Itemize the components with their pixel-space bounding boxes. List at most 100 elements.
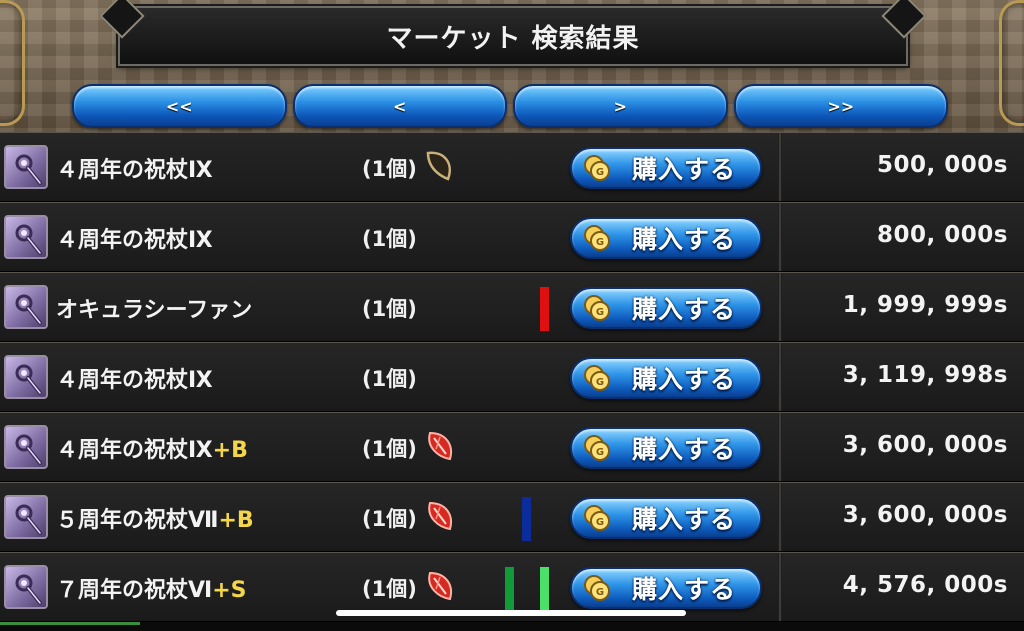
price-column-divider [778, 273, 782, 341]
staff-glyph-icon [15, 294, 42, 325]
pagination-bar: << < > >> [72, 84, 948, 128]
coin-icon: G [584, 295, 610, 321]
buy-button[interactable]: G 購入する [570, 287, 762, 329]
staff-glyph-icon [15, 154, 42, 185]
coin-icon: G [584, 225, 610, 251]
item-name: ５周年の祝杖Ⅶ+B [56, 502, 254, 534]
coin-icon: G [584, 365, 610, 391]
item-name: ４周年の祝杖Ⅸ [56, 152, 213, 184]
page-title: マーケット 検索結果 [386, 23, 640, 54]
staff-glyph-icon [15, 364, 42, 395]
item-quantity: (1個) [362, 157, 417, 181]
item-enhance-suffix: +B [218, 508, 254, 533]
staff-icon[interactable] [4, 495, 48, 539]
buy-button-label: 購入する [632, 505, 737, 534]
price-column-divider [778, 413, 782, 481]
buy-button-label: 購入する [632, 225, 737, 254]
coin-icon: G [584, 505, 610, 531]
item-quantity: (1個) [362, 367, 417, 391]
item-price: 3, 119, 998s [842, 362, 1008, 388]
item-quantity: (1個) [362, 297, 417, 321]
svg-text:G: G [596, 167, 604, 178]
right-frame-ornament [999, 0, 1024, 126]
svg-text:G: G [596, 517, 604, 528]
svg-text:G: G [596, 447, 604, 458]
item-name-text: ４周年の祝杖Ⅸ [56, 228, 213, 253]
buy-button[interactable]: G 購入する [570, 217, 762, 259]
listing-row[interactable]: ４周年の祝杖Ⅸ (1個) G 購入する 800, 000s [0, 202, 1024, 272]
listing-row[interactable]: ４周年の祝杖Ⅸ (1個) G 購入する 500, 000s [0, 132, 1024, 202]
color-marker-red [540, 287, 549, 331]
listing-list: ４周年の祝杖Ⅸ (1個) G 購入する 500, 000s ４周年の祝杖Ⅸ (1個) G 購入す… [0, 132, 1024, 631]
item-enhance-suffix: +B [212, 438, 248, 463]
buy-button[interactable]: G 購入する [570, 427, 762, 469]
bottom-accent-line [0, 622, 140, 625]
item-quantity: (1個) [362, 437, 417, 461]
staff-glyph-icon [15, 504, 42, 535]
item-price: 3, 600, 000s [842, 432, 1008, 458]
item-price: 3, 600, 000s [842, 502, 1008, 528]
prev-page-button[interactable]: < [292, 84, 507, 128]
left-frame-ornament [0, 0, 25, 126]
last-page-button[interactable]: >> [733, 84, 948, 128]
staff-icon[interactable] [4, 285, 48, 329]
item-price: 500, 000s [877, 152, 1008, 178]
staff-icon[interactable] [4, 425, 48, 469]
buy-button[interactable]: G 購入する [570, 497, 762, 539]
price-column-divider [778, 203, 782, 271]
staff-glyph-icon [15, 224, 42, 255]
svg-text:G: G [596, 307, 604, 318]
buy-button[interactable]: G 購入する [570, 357, 762, 399]
listing-row[interactable]: オキュラシーファン (1個) G 購入する 1, 999, 999s [0, 272, 1024, 342]
item-name: オキュラシーファン [56, 292, 252, 324]
red-gem-icon [424, 569, 456, 603]
item-enhance-suffix: +S [212, 578, 247, 603]
item-price: 4, 576, 000s [842, 572, 1008, 598]
staff-icon[interactable] [4, 145, 48, 189]
staff-glyph-icon [15, 434, 42, 465]
red-gem-icon [424, 429, 456, 463]
listing-row[interactable]: ４周年の祝杖Ⅸ (1個) G 購入する 3, 119, 998s [0, 342, 1024, 412]
color-marker-green-light [540, 567, 549, 611]
coin-icon: G [584, 155, 610, 181]
price-column-divider [778, 133, 782, 201]
item-name-text: ７周年の祝杖Ⅵ [56, 578, 213, 603]
price-column-divider [778, 553, 782, 621]
item-quantity: (1個) [362, 507, 417, 531]
coin-icon: G [584, 435, 610, 461]
home-indicator[interactable] [336, 610, 686, 616]
item-name-text: ５周年の祝杖Ⅶ [56, 508, 219, 533]
staff-glyph-icon [15, 574, 42, 605]
staff-icon[interactable] [4, 565, 48, 609]
svg-text:G: G [596, 587, 604, 598]
buy-button-label: 購入する [632, 435, 737, 464]
buy-button-label: 購入する [632, 295, 737, 324]
item-price: 1, 999, 999s [842, 292, 1008, 318]
svg-text:G: G [596, 237, 604, 248]
coin-icon: G [584, 575, 610, 601]
buy-button[interactable]: G 購入する [570, 567, 762, 609]
item-name: ４周年の祝杖Ⅸ+B [56, 432, 248, 464]
buy-button-label: 購入する [632, 575, 737, 604]
next-page-button[interactable]: > [513, 84, 728, 128]
price-column-divider [778, 343, 782, 411]
bottom-bar [0, 622, 1024, 631]
item-name-text: ４周年の祝杖Ⅸ [56, 158, 213, 183]
buy-button[interactable]: G 購入する [570, 147, 762, 189]
first-page-button[interactable]: << [72, 84, 287, 128]
svg-text:G: G [596, 377, 604, 388]
item-quantity: (1個) [362, 227, 417, 251]
color-marker-blue [522, 497, 531, 541]
item-name-text: ４周年の祝杖Ⅸ [56, 438, 213, 463]
buy-button-label: 購入する [632, 365, 737, 394]
staff-icon[interactable] [4, 215, 48, 259]
item-name: ４周年の祝杖Ⅸ [56, 222, 213, 254]
color-marker-green-dark [505, 567, 514, 611]
staff-icon[interactable] [4, 355, 48, 399]
item-name: ４周年の祝杖Ⅸ [56, 362, 213, 394]
listing-row[interactable]: ５周年の祝杖Ⅶ+B (1個) G 購入する 3, 600, 000s [0, 482, 1024, 552]
item-name-text: ４周年の祝杖Ⅸ [56, 368, 213, 393]
title-bar: マーケット 検索結果 [118, 6, 908, 66]
brown-seed-icon [424, 149, 456, 183]
listing-row[interactable]: ４周年の祝杖Ⅸ+B (1個) G 購入する 3, 600, 000s [0, 412, 1024, 482]
